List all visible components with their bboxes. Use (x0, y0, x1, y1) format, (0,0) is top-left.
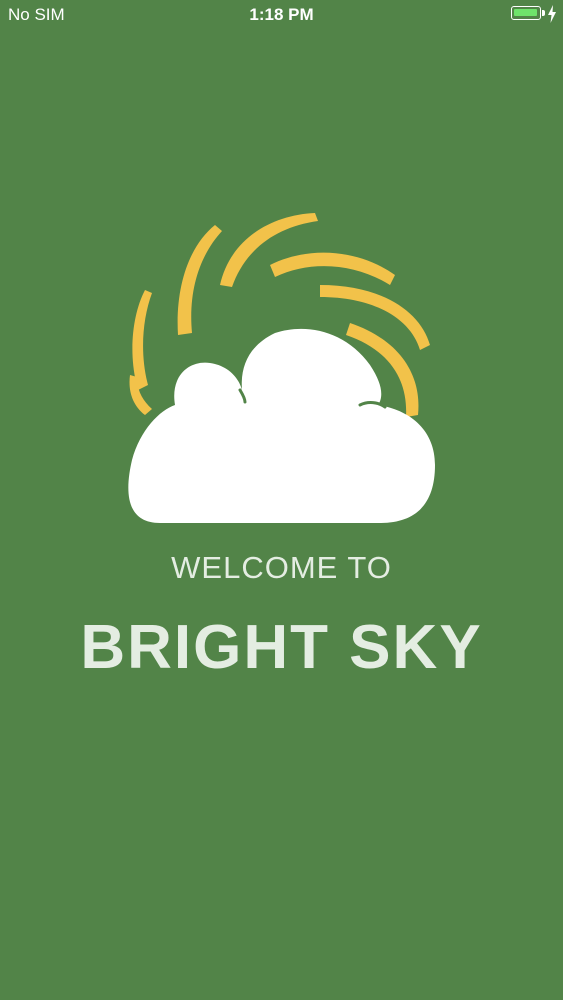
status-bar: No SIM 1:18 PM (0, 0, 563, 30)
sun-ray (220, 213, 318, 287)
welcome-label: WELCOME TO (171, 550, 392, 585)
sun-behind-cloud-logo (128, 213, 435, 523)
app-name-title: BRIGHT SKY (80, 613, 483, 682)
status-time: 1:18 PM (249, 5, 314, 24)
charging-bolt-icon (548, 5, 556, 23)
battery-icon (511, 6, 545, 22)
sun-ray (177, 225, 222, 335)
battery-level-fill (514, 9, 537, 16)
sun-ray (270, 252, 395, 285)
battery-outline (511, 6, 541, 20)
sun-ray (132, 290, 152, 390)
battery-nub (542, 10, 545, 16)
